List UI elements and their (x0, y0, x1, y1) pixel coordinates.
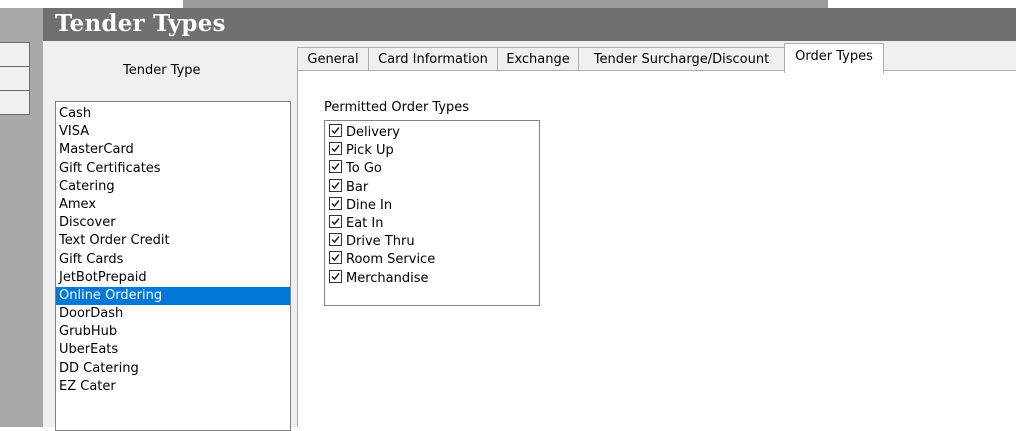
order-type-item[interactable]: Room Service (325, 251, 539, 269)
tender-type-item[interactable]: Amex (56, 196, 290, 214)
checkbox-icon[interactable] (329, 214, 342, 228)
tender-type-item[interactable]: Text Order Credit (56, 232, 290, 250)
checkbox-icon[interactable] (329, 142, 342, 156)
permitted-order-types-label: Permitted Order Types (324, 100, 470, 115)
order-type-label: Dine In (346, 197, 393, 213)
checkbox-icon[interactable] (329, 178, 342, 192)
order-type-item[interactable]: Drive Thru (325, 233, 539, 251)
order-type-item[interactable]: Pick Up (325, 142, 539, 160)
order-type-label: Pick Up (346, 143, 394, 159)
tender-type-list[interactable]: Cash VISA MasterCard Gift Certificates Cater… (55, 101, 291, 431)
order-type-label: Drive Thru (346, 234, 415, 250)
tender-type-item[interactable]: JetBotPrepaid (56, 269, 290, 287)
window-title: Tender Types (55, 10, 226, 37)
tender-type-item[interactable]: MasterCard (56, 141, 290, 159)
order-type-item[interactable]: Merchandise (325, 269, 539, 288)
tender-type-item[interactable]: Gift Cards (56, 251, 290, 269)
side-button-1[interactable] (0, 42, 30, 67)
side-button-2[interactable] (0, 66, 30, 91)
checkbox-icon[interactable] (329, 124, 342, 137)
title-bar: Tender Types (43, 8, 1016, 41)
order-type-item[interactable]: Bar (325, 178, 539, 197)
checkbox-icon[interactable] (329, 251, 342, 265)
order-type-item[interactable]: Dine In (325, 196, 539, 215)
permitted-order-types-list: Delivery Pick Up To Go Bar Dine In Eat In Driv… (324, 120, 540, 306)
tender-type-header: Tender Type (123, 63, 201, 78)
checkbox-icon[interactable] (329, 160, 342, 174)
top-strip (0, 0, 1016, 8)
tender-type-item[interactable]: GrubHub (56, 323, 290, 341)
tender-type-item[interactable]: DoorDash (56, 305, 290, 323)
tender-type-item[interactable]: Catering (56, 178, 290, 196)
order-type-label: To Go (346, 161, 382, 177)
order-type-item[interactable]: Delivery (325, 124, 539, 142)
tender-type-item[interactable]: UberEats (56, 341, 290, 359)
tender-type-item[interactable]: EZ Cater (56, 378, 290, 396)
content-area: Tender Type Cash VISA MasterCard Gift Certi… (43, 41, 1016, 431)
top-grey-bar (183, 0, 828, 8)
order-type-label: Merchandise (346, 270, 429, 286)
order-type-label: Eat In (346, 215, 384, 231)
checkbox-icon[interactable] (329, 196, 342, 210)
tender-type-item[interactable]: Gift Certificates (56, 160, 290, 178)
order-type-label: Bar (346, 179, 369, 195)
tab-order-types[interactable]: Order Types (784, 43, 884, 73)
tender-type-item[interactable]: Discover (56, 214, 290, 232)
order-types-panel: Permitted Order Types Delivery Pick Up To … (297, 70, 1016, 427)
tender-type-item[interactable]: DD Catering (56, 360, 290, 378)
tender-type-item[interactable]: Online Ordering (56, 286, 290, 306)
checkbox-icon[interactable] (329, 233, 342, 247)
checkbox-icon[interactable] (329, 269, 342, 283)
order-type-label: Delivery (346, 125, 400, 140)
order-type-item[interactable]: Eat In (325, 214, 539, 233)
side-button-3[interactable] (0, 90, 30, 115)
left-panel (0, 8, 43, 427)
order-type-item[interactable]: To Go (325, 160, 539, 178)
tender-type-item[interactable]: VISA (56, 123, 290, 141)
tender-type-item[interactable]: Cash (56, 105, 290, 123)
order-type-label: Room Service (346, 252, 436, 268)
